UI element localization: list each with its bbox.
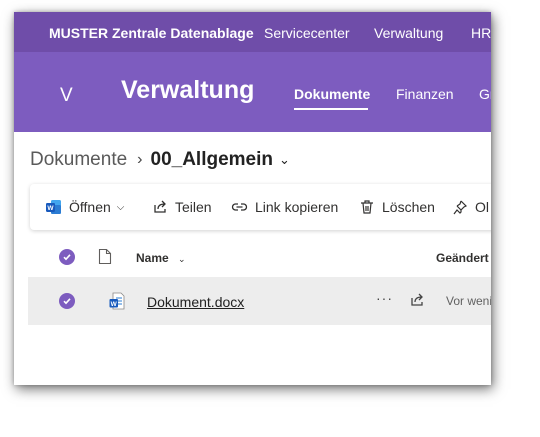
chevron-down-icon[interactable]: ⌄: [279, 152, 290, 168]
pin-icon: [453, 200, 468, 215]
word-file-icon: W: [109, 292, 125, 310]
column-header-name-label: Name: [136, 251, 169, 265]
svg-text:W: W: [47, 205, 54, 212]
table-row[interactable]: W Dokument.docx ··· Vor wenige: [28, 277, 491, 325]
row-checkbox[interactable]: [59, 293, 75, 309]
pin-label: Ol: [475, 199, 489, 215]
chevron-right-icon: ›: [137, 151, 143, 168]
open-button[interactable]: W Öffnen ⌵: [46, 198, 124, 216]
chevron-down-icon: ⌵: [116, 201, 125, 213]
modified-date: Vor wenige: [446, 294, 491, 308]
site-nav-dokumente[interactable]: Dokumente: [294, 86, 370, 102]
hub-brand-link[interactable]: MUSTER Zentrale Datenablage: [49, 25, 254, 41]
share-button[interactable]: Teilen: [152, 198, 212, 216]
breadcrumb-current[interactable]: 00_Allgemein: [151, 149, 274, 171]
share-icon[interactable]: [409, 292, 425, 308]
site-header: V Verwaltung Dokumente Finanzen Gr: [14, 52, 491, 132]
copy-link-button[interactable]: Link kopieren: [231, 198, 338, 216]
link-icon: [231, 203, 248, 211]
share-label: Teilen: [175, 199, 212, 215]
active-nav-indicator: [294, 108, 368, 110]
hub-nav-verwaltung[interactable]: Verwaltung: [374, 25, 443, 41]
hub-nav-servicecenter[interactable]: Servicecenter: [264, 25, 350, 41]
breadcrumb: Dokumente › 00_Allgemein ⌄: [30, 148, 290, 172]
command-bar: W Öffnen ⌵ Teilen Link kopieren Löschen: [30, 184, 491, 230]
site-logo[interactable]: V: [60, 85, 73, 107]
breadcrumb-root[interactable]: Dokumente: [30, 149, 127, 171]
chevron-down-icon: ⌄: [178, 254, 186, 264]
share-icon: [154, 200, 166, 213]
delete-button[interactable]: Löschen: [359, 198, 435, 216]
trash-icon: [361, 200, 373, 214]
file-name-link[interactable]: Dokument.docx: [147, 294, 244, 310]
svg-text:W: W: [111, 301, 118, 308]
checkmark-icon: [63, 254, 71, 261]
site-nav-gr[interactable]: Gr: [479, 86, 491, 102]
pin-button[interactable]: Ol: [452, 198, 489, 216]
site-title[interactable]: Verwaltung: [121, 76, 254, 105]
checkmark-icon: [63, 298, 71, 305]
sharepoint-window: MUSTER Zentrale Datenablage Servicecente…: [14, 12, 491, 385]
column-header-name[interactable]: Name ⌄: [136, 251, 186, 265]
word-icon: W: [46, 200, 61, 214]
select-all-checkbox[interactable]: [59, 249, 75, 265]
copy-link-label: Link kopieren: [255, 199, 339, 215]
delete-label: Löschen: [382, 199, 435, 215]
more-actions-icon[interactable]: ···: [376, 290, 393, 306]
site-nav-finanzen[interactable]: Finanzen: [396, 86, 454, 102]
open-label: Öffnen: [69, 199, 111, 215]
file-type-header-icon: [98, 248, 112, 265]
suite-bar: MUSTER Zentrale Datenablage Servicecente…: [14, 12, 491, 52]
hub-nav-hr[interactable]: HR: [471, 25, 491, 41]
column-header-modified[interactable]: Geändert: [436, 251, 489, 265]
